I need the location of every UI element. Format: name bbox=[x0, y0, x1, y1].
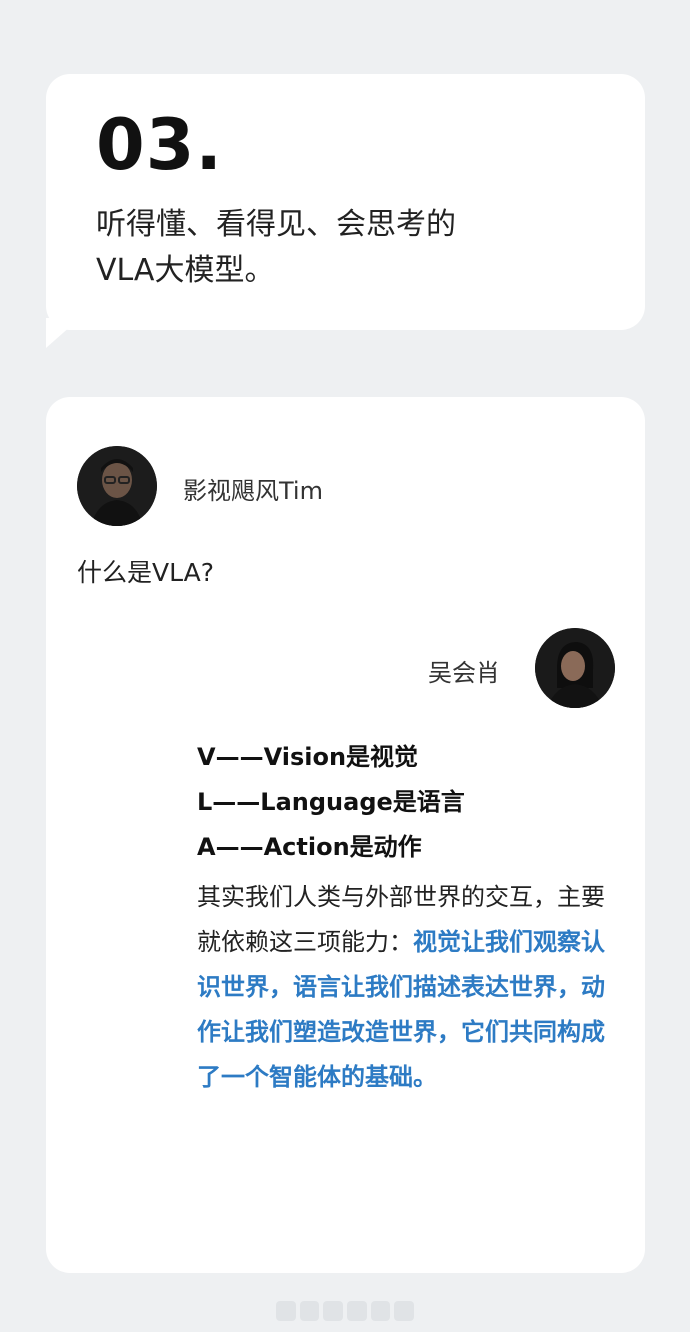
guest-avatar bbox=[535, 628, 615, 708]
answer-text: 其实我们人类与外部世界的交互，主要就依赖这三项能力：视觉让我们观察认识世界，语言… bbox=[197, 875, 617, 1100]
section-title: 听得懂、看得见、会思考的 VLA大模型。 bbox=[96, 202, 456, 294]
section-title-line-1: 听得懂、看得见、会思考的 bbox=[96, 207, 456, 242]
guest-name: 吴会肖 bbox=[428, 659, 500, 687]
definition-action: A——Action是动作 bbox=[197, 833, 422, 861]
host-avatar bbox=[77, 446, 157, 526]
guest-avatar-photo-icon bbox=[535, 628, 615, 708]
definition-vision: V——Vision是视觉 bbox=[197, 743, 419, 771]
question-text: 什么是VLA? bbox=[77, 558, 214, 587]
definition-language: L——Language是语言 bbox=[197, 788, 465, 816]
host-name: 影视飓风Tim bbox=[183, 477, 323, 505]
host-avatar-photo-icon bbox=[77, 446, 157, 526]
conversation-card: 影视飓风Tim 什么是VLA? 吴会肖 V——Vision是视觉 L——Lang… bbox=[46, 397, 645, 1273]
section-number: 03. bbox=[96, 104, 224, 186]
speech-bubble-tail bbox=[46, 318, 80, 348]
section-header-card: 03. 听得懂、看得见、会思考的 VLA大模型。 bbox=[46, 74, 645, 330]
vla-definitions: V——Vision是视觉 L——Language是语言 A——Action是动作 bbox=[197, 735, 465, 870]
section-title-line-2: VLA大模型。 bbox=[96, 253, 275, 288]
watermark-logo bbox=[276, 1301, 415, 1323]
